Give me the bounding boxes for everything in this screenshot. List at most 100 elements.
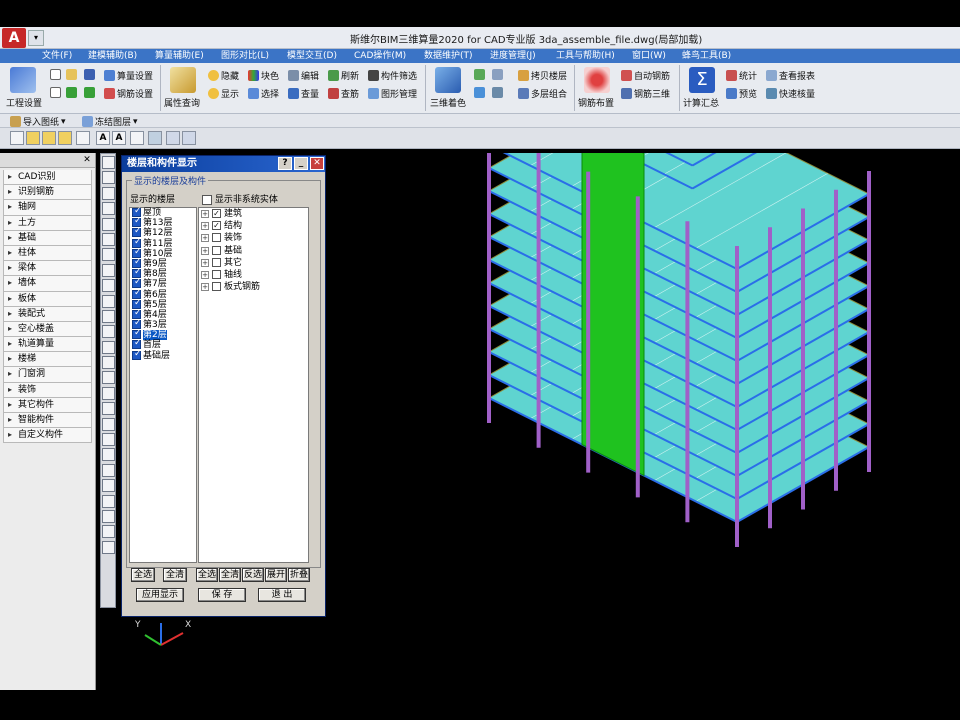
menu-data-maintenance[interactable]: 数据维护(T) xyxy=(424,49,473,63)
category-item[interactable]: 智能构件 xyxy=(3,413,92,429)
text-a-icon[interactable]: A xyxy=(112,131,126,145)
graphic-manage-button[interactable]: 图形管理 xyxy=(368,87,417,100)
statistics-button[interactable]: 统计 xyxy=(726,69,757,82)
text-edit-icon[interactable] xyxy=(130,131,144,145)
component-checkbox[interactable] xyxy=(212,245,221,255)
menu-modeling-aid[interactable]: 建模辅助(B) xyxy=(88,49,137,63)
menu-calc-aid[interactable]: 算量辅助(E) xyxy=(155,49,204,63)
line-tool-icon[interactable] xyxy=(10,131,24,145)
component-tree-item[interactable]: + 轴线 xyxy=(199,269,308,281)
menu-tools-help[interactable]: 工具与帮助(H) xyxy=(556,49,615,63)
vertical-tool-icon[interactable] xyxy=(102,294,115,308)
component-tree[interactable]: + ✓ 建筑 + ✓ 结构 + 装饰 + 基础 + 其它 + 轴线 + 板式钢筋 xyxy=(198,207,309,563)
vertical-tool-icon[interactable] xyxy=(102,525,115,539)
vertical-tool-icon[interactable] xyxy=(102,433,115,447)
vertical-tool-icon[interactable] xyxy=(102,463,115,477)
non-system-checkbox[interactable] xyxy=(202,194,212,205)
comp-invert-button[interactable]: 反选 xyxy=(242,568,264,582)
rebar-settings-button[interactable]: 钢筋设置 xyxy=(104,87,153,100)
component-tree-item[interactable]: + 板式钢筋 xyxy=(199,281,308,293)
project-settings-icon[interactable] xyxy=(10,67,36,93)
view-report-button[interactable]: 查看报表 xyxy=(766,69,815,82)
category-item[interactable]: 装饰 xyxy=(3,382,92,398)
category-item[interactable]: 自定义构件 xyxy=(3,428,92,444)
category-item[interactable]: 其它构件 xyxy=(3,397,92,413)
vertical-tool-icon[interactable] xyxy=(102,232,115,246)
text-icon[interactable] xyxy=(50,87,61,98)
non-system-entity-toggle[interactable]: 显示非系统实体 xyxy=(202,192,278,205)
quick-check-button[interactable]: 快速核量 xyxy=(766,87,815,100)
category-item[interactable]: 柱体 xyxy=(3,245,92,262)
help-icon[interactable]: ? xyxy=(278,157,292,170)
component-checkbox[interactable]: ✓ xyxy=(212,221,221,231)
category-item[interactable]: 楼梯 xyxy=(3,352,92,368)
menu-progress[interactable]: 进度管理(J) xyxy=(490,49,536,63)
pencil-icon[interactable] xyxy=(58,131,72,145)
menu-file[interactable]: 文件(F) xyxy=(42,49,72,63)
comp-select-all-button[interactable]: 全选 xyxy=(196,568,218,582)
select-button[interactable]: 选择 xyxy=(248,87,279,100)
floors-select-all-button[interactable]: 全选 xyxy=(131,568,155,582)
property-query-button[interactable]: 属性查询 xyxy=(164,96,200,109)
vertical-tool-icon[interactable] xyxy=(102,494,115,508)
vertical-tool-icon[interactable] xyxy=(102,386,115,400)
menu-hummingbird[interactable]: 蜂鸟工具(B) xyxy=(682,49,731,63)
save-button[interactable]: 保 存 xyxy=(198,588,246,602)
redo-icon[interactable] xyxy=(84,87,95,98)
floor-item[interactable]: 基础层 xyxy=(130,349,196,361)
category-item[interactable]: 梁体 xyxy=(3,261,92,277)
pan-icon[interactable] xyxy=(492,87,503,98)
vertical-tool-icon[interactable] xyxy=(102,171,115,185)
expand-icon[interactable]: + xyxy=(201,258,209,267)
expand-icon[interactable]: + xyxy=(201,246,209,255)
menu-window[interactable]: 窗口(W) xyxy=(632,49,666,63)
component-checkbox[interactable] xyxy=(212,257,221,267)
component-checkbox[interactable]: ✓ xyxy=(212,209,221,218)
vertical-tool-icon[interactable] xyxy=(102,479,115,493)
multi-floor-combine-button[interactable]: 多层组合 xyxy=(518,87,567,100)
expand-icon[interactable]: + xyxy=(201,234,209,243)
component-tree-item[interactable]: + ✓ 结构 xyxy=(199,220,308,232)
minimize-icon[interactable]: _ xyxy=(294,157,308,170)
quick-access-dropdown-icon[interactable]: ▾ xyxy=(28,30,44,46)
menu-model-interaction[interactable]: 模型交互(D) xyxy=(287,49,337,63)
vertical-tool-icon[interactable] xyxy=(102,279,115,293)
hide-button[interactable]: 隐藏 xyxy=(208,69,239,82)
vertical-tool-icon[interactable] xyxy=(102,402,115,416)
component-checkbox[interactable] xyxy=(212,282,221,292)
layer-icon[interactable] xyxy=(148,131,162,145)
rebar-3d-button[interactable]: 钢筋三维 xyxy=(621,87,670,100)
expand-icon[interactable]: + xyxy=(201,222,209,231)
vertical-tool-icon[interactable] xyxy=(102,186,115,200)
color-3d-button[interactable]: 三维着色 xyxy=(430,96,466,109)
component-tree-item[interactable]: + ✓ 建筑 xyxy=(199,208,308,220)
vertical-tool-icon[interactable] xyxy=(102,217,115,231)
orbit-icon[interactable] xyxy=(474,87,485,98)
project-settings-button[interactable]: 工程设置 xyxy=(6,96,42,109)
floor-checkbox[interactable] xyxy=(132,349,142,360)
floors-clear-all-button[interactable]: 全清 xyxy=(163,568,187,582)
gear-icon[interactable] xyxy=(166,131,180,145)
comp-collapse-button[interactable]: 折叠 xyxy=(288,568,310,582)
menu-graphic-compare[interactable]: 图形对比(L) xyxy=(221,49,269,63)
color-3d-icon[interactable] xyxy=(435,67,461,93)
open-folder-icon[interactable] xyxy=(66,69,77,80)
category-item[interactable]: 识别钢筋 xyxy=(3,185,92,201)
rebar-layout-icon[interactable] xyxy=(584,67,610,93)
app-logo-icon[interactable]: A xyxy=(2,28,26,48)
vertical-tool-icon[interactable] xyxy=(102,309,115,323)
view-box-icon[interactable] xyxy=(492,69,503,80)
vertical-tool-icon[interactable] xyxy=(102,156,115,169)
category-item[interactable]: 装配式 xyxy=(3,306,92,322)
vertical-tool-icon[interactable] xyxy=(102,340,115,354)
category-item[interactable]: 轨道算量 xyxy=(3,337,92,353)
category-item[interactable]: 轴网 xyxy=(3,200,92,216)
component-checkbox[interactable] xyxy=(212,269,221,279)
component-tree-item[interactable]: + 其它 xyxy=(199,257,308,269)
sigma-icon[interactable]: Σ xyxy=(689,67,715,93)
vertical-tool-icon[interactable] xyxy=(102,325,115,339)
calc-summary-button[interactable]: 计算汇总 xyxy=(683,96,719,109)
category-item[interactable]: 土方 xyxy=(3,215,92,231)
refresh-button[interactable]: 刷新 xyxy=(328,69,359,82)
vertical-tool-icon[interactable] xyxy=(102,509,115,523)
